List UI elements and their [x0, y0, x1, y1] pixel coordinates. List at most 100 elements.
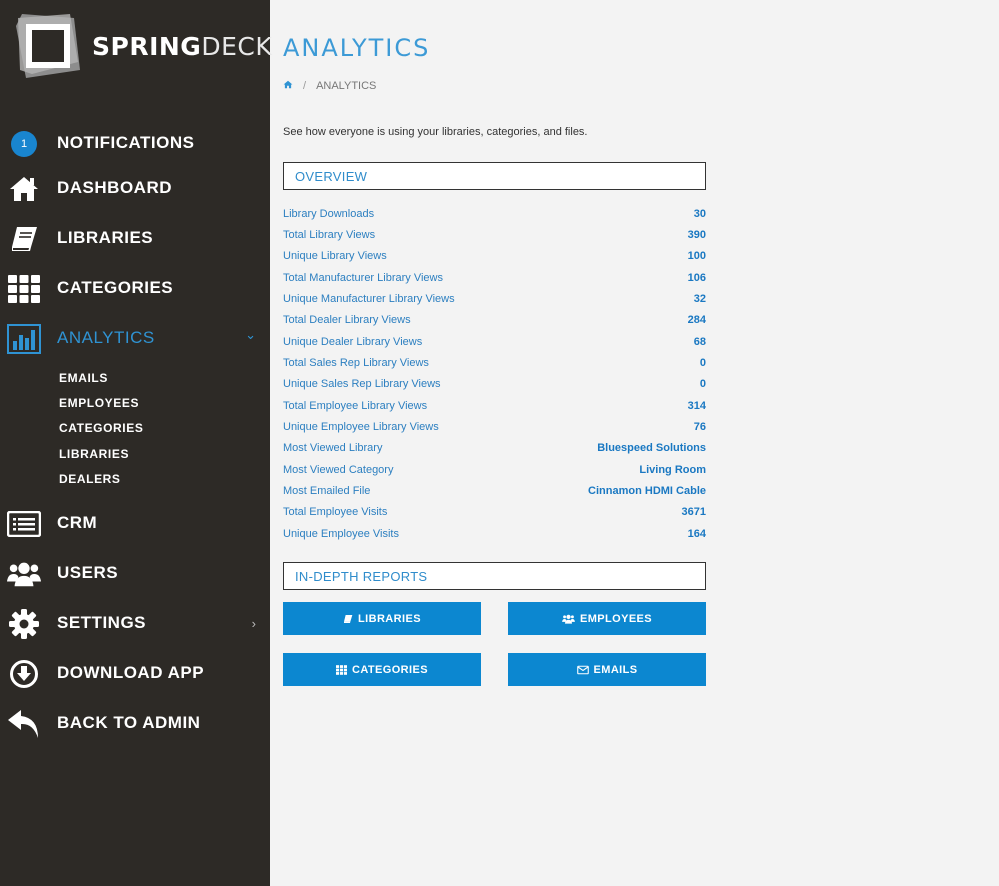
list-icon [7, 508, 41, 540]
overview-heading: OVERVIEW [295, 169, 368, 184]
stat-row: Unique Manufacturer Library Views 32 [283, 288, 706, 309]
breadcrumb-separator: / [303, 80, 307, 92]
notification-count-badge: 1 [11, 131, 37, 157]
analytics-sub-dealers[interactable]: DEALERS [59, 472, 121, 486]
sidebar-item-download-app[interactable]: DOWNLOAD APP [0, 654, 270, 694]
page-title: ANALYTICS [283, 34, 431, 62]
users-icon [7, 558, 41, 590]
stat-value: 284 [687, 314, 706, 327]
reports-heading: IN-DEPTH REPORTS [295, 569, 428, 584]
chevron-down-icon: ⌄ [245, 327, 256, 342]
stat-row: Unique Sales Rep Library Views 0 [283, 374, 706, 395]
book-icon [343, 614, 353, 624]
stat-row: Total Manufacturer Library Views 106 [283, 267, 706, 288]
button-label: EMAILS [593, 663, 638, 676]
stat-value: 164 [687, 527, 706, 540]
home-icon[interactable] [283, 80, 293, 92]
sidebar-item-notifications[interactable]: 1 NOTIFICATIONS [0, 124, 270, 164]
stat-row: Total Employee Library Views 314 [283, 395, 706, 416]
stat-value: 32 [693, 293, 706, 306]
libraries-report-button[interactable]: LIBRARIES [283, 602, 481, 635]
stat-value: 0 [699, 357, 706, 370]
stat-value: Cinnamon HDMI Cable [588, 485, 706, 498]
stat-row: Total Employee Visits 3671 [283, 502, 706, 523]
stat-row: Most Viewed Library Bluespeed Solutions [283, 438, 706, 459]
stat-value: 76 [693, 421, 706, 434]
categories-report-button[interactable]: CATEGORIES [283, 653, 481, 686]
stat-value: Living Room [639, 463, 706, 476]
analytics-sub-emails[interactable]: EMAILS [59, 371, 108, 385]
sidebar-item-dashboard[interactable]: DASHBOARD [0, 169, 270, 209]
breadcrumb: / ANALYTICS [283, 80, 376, 92]
reply-icon [7, 708, 41, 740]
stat-label[interactable]: Total Employee Library Views [283, 400, 427, 412]
analytics-sub-libraries[interactable]: LIBRARIES [59, 447, 129, 461]
stat-label[interactable]: Total Library Views [283, 229, 375, 241]
stat-value: 30 [693, 207, 706, 220]
stat-value: 390 [687, 229, 706, 242]
sidebar-item-settings[interactable]: SETTINGS › [0, 604, 270, 644]
stat-row: Unique Dealer Library Views 68 [283, 331, 706, 352]
stat-value: 314 [687, 399, 706, 412]
stat-row: Most Emailed File Cinnamon HDMI Cable [283, 480, 706, 501]
bar-chart-icon [7, 323, 41, 355]
employees-report-button[interactable]: EMPLOYEES [508, 602, 706, 635]
stat-label[interactable]: Most Viewed Category [283, 464, 393, 476]
stat-label[interactable]: Unique Dealer Library Views [283, 336, 422, 348]
stat-label[interactable]: Most Emailed File [283, 485, 370, 497]
sidebar-item-label: ANALYTICS [57, 328, 155, 347]
sidebar-item-label: LIBRARIES [57, 228, 154, 247]
sidebar-item-label: BACK TO ADMIN [57, 713, 201, 732]
sidebar-item-libraries[interactable]: LIBRARIES [0, 219, 270, 259]
button-label: LIBRARIES [358, 612, 421, 625]
stat-row: Unique Employee Visits 164 [283, 523, 706, 544]
stat-value: 106 [687, 271, 706, 284]
emails-report-button[interactable]: EMAILS [508, 653, 706, 686]
stat-row: Most Viewed Category Living Room [283, 459, 706, 480]
stat-row: Library Downloads 30 [283, 203, 706, 224]
stat-label[interactable]: Total Dealer Library Views [283, 314, 411, 326]
stat-row: Total Sales Rep Library Views 0 [283, 352, 706, 373]
envelope-icon [576, 665, 589, 675]
sidebar-item-users[interactable]: USERS [0, 554, 270, 594]
sidebar-item-label: DASHBOARD [57, 178, 172, 197]
reports-heading-box: IN-DEPTH REPORTS [283, 562, 706, 590]
stat-row: Unique Library Views 100 [283, 246, 706, 267]
stat-label[interactable]: Unique Manufacturer Library Views [283, 293, 455, 305]
overview-stats-list: Library Downloads 30 Total Library Views 39… [283, 203, 706, 545]
stat-value: Bluespeed Solutions [597, 442, 706, 455]
sidebar-item-analytics[interactable]: ANALYTICS ⌄ [0, 319, 270, 359]
sidebar-item-label: CRM [57, 513, 98, 532]
sidebar-item-label: SETTINGS [57, 613, 147, 632]
analytics-sub-categories[interactable]: CATEGORIES [59, 421, 143, 435]
sidebar-item-categories[interactable]: CATEGORIES [0, 269, 270, 309]
sidebar-item-label: CATEGORIES [57, 278, 174, 297]
stat-label[interactable]: Unique Library Views [283, 250, 387, 262]
stat-label[interactable]: Most Viewed Library [283, 442, 382, 454]
sidebar-item-label: USERS [57, 563, 119, 582]
stat-label[interactable]: Total Sales Rep Library Views [283, 357, 429, 369]
sidebar-item-back-to-admin[interactable]: BACK TO ADMIN [0, 704, 270, 744]
notification-badge-wrap: 1 [7, 128, 41, 160]
button-label: EMPLOYEES [579, 612, 653, 625]
button-label: CATEGORIES [352, 663, 428, 676]
sidebar-item-crm[interactable]: CRM [0, 504, 270, 544]
stat-label[interactable]: Library Downloads [283, 208, 374, 220]
analytics-sub-employees[interactable]: EMPLOYEES [59, 396, 139, 410]
stat-label[interactable]: Unique Sales Rep Library Views [283, 378, 441, 390]
stat-label[interactable]: Total Employee Visits [283, 506, 387, 518]
stat-row: Total Library Views 390 [283, 224, 706, 245]
stat-value: 100 [687, 250, 706, 263]
stat-value: 3671 [681, 506, 706, 519]
home-icon [7, 173, 41, 205]
logo[interactable]: SPRINGDECK [14, 12, 272, 80]
stat-value: 68 [693, 335, 706, 348]
stat-label[interactable]: Total Manufacturer Library Views [283, 272, 443, 284]
stat-label[interactable]: Unique Employee Visits [283, 528, 399, 540]
sidebar-item-label: NOTIFICATIONS [57, 133, 195, 152]
logo-mark-icon [16, 14, 80, 78]
stat-label[interactable]: Unique Employee Library Views [283, 421, 439, 433]
stat-value: 0 [699, 378, 706, 391]
sidebar-item-label: DOWNLOAD APP [57, 663, 205, 682]
gear-icon [7, 608, 41, 640]
